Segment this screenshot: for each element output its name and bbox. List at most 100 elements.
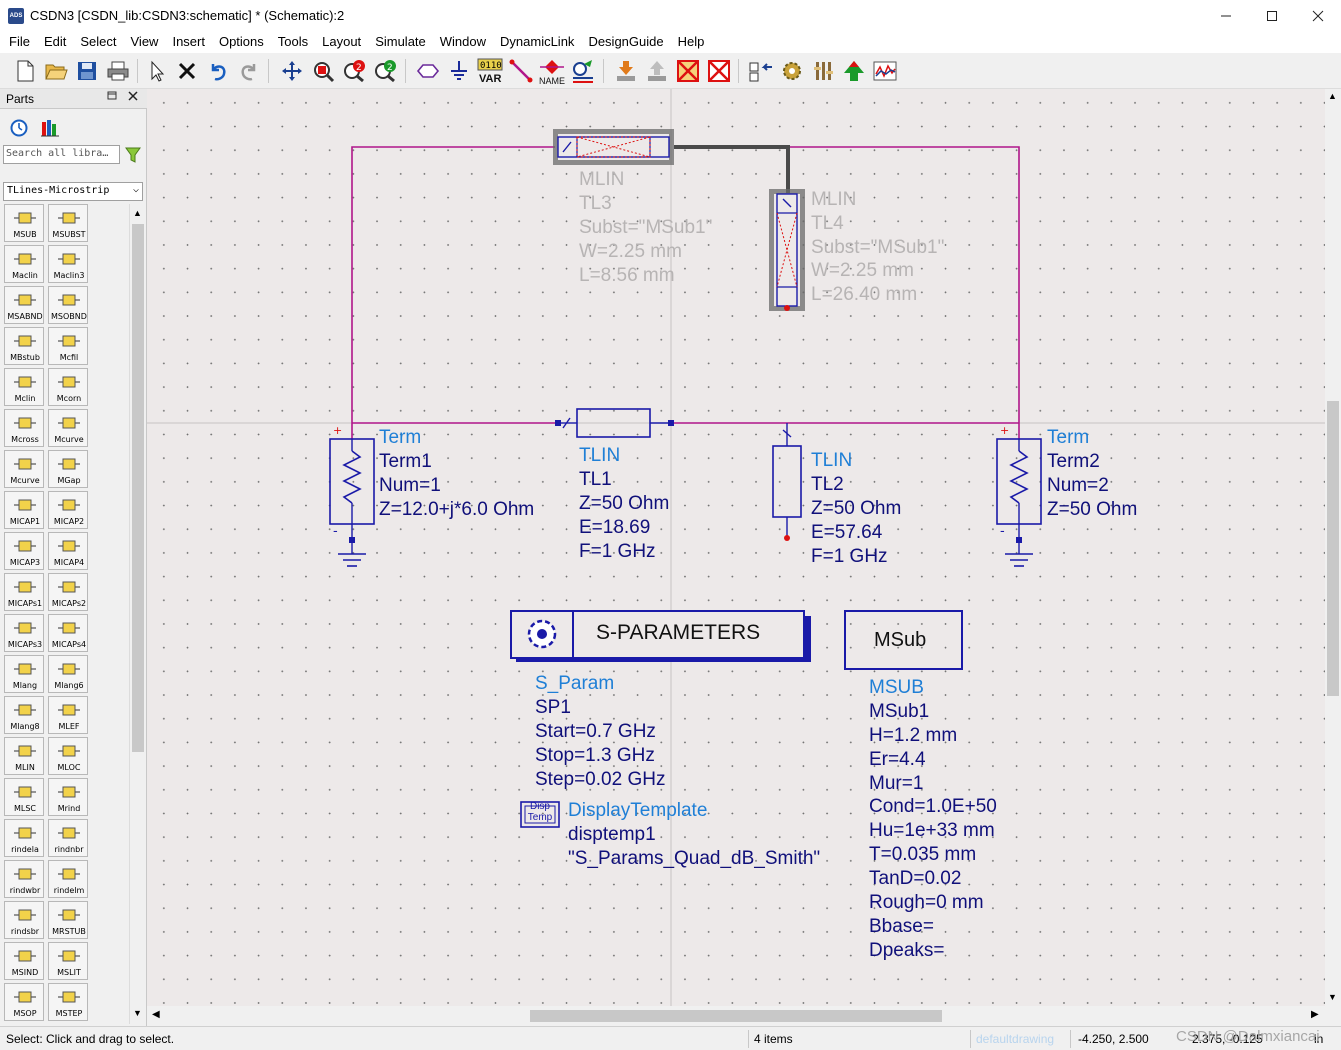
part-rindela[interactable]: rindela	[4, 819, 44, 857]
run-simulation-button[interactable]	[840, 57, 868, 85]
scroll-up-icon[interactable]: ▲	[133, 208, 142, 218]
zoom-out-button[interactable]: 2	[371, 57, 399, 85]
part-micap4[interactable]: MICAP4	[48, 532, 88, 570]
canvas-vertical-scrollbar-thumb[interactable]	[1327, 401, 1339, 696]
menu-insert[interactable]: Insert	[165, 31, 212, 53]
data-display-button[interactable]	[871, 57, 899, 85]
pin-icon[interactable]	[106, 90, 118, 105]
insert-var-button[interactable]: 0110 VAR	[476, 57, 504, 85]
optimization-button[interactable]	[809, 57, 837, 85]
menu-window[interactable]: Window	[433, 31, 493, 53]
minimize-button[interactable]	[1203, 0, 1249, 31]
part-maclin3[interactable]: Maclin3	[48, 245, 88, 283]
part-mstep[interactable]: MSTEP	[48, 983, 88, 1021]
part-mlang6[interactable]: Mlang6	[48, 655, 88, 693]
history-clock-icon[interactable]	[9, 118, 29, 138]
part-mbstub[interactable]: MBstub	[4, 327, 44, 365]
part-mrstub[interactable]: MRSTUB	[48, 901, 88, 939]
pop-out-hierarchy-button[interactable]	[643, 57, 671, 85]
close-icon[interactable]	[127, 90, 139, 105]
menu-file[interactable]: File	[2, 31, 37, 53]
part-rindnbr[interactable]: rindnbr	[48, 819, 88, 857]
part-micaps4[interactable]: MICAPs4	[48, 614, 88, 652]
simulate-button[interactable]	[569, 57, 597, 85]
part-mrind[interactable]: Mrind	[48, 778, 88, 816]
part-micaps3[interactable]: MICAPs3	[4, 614, 44, 652]
scroll-right-icon[interactable]: ▶	[1311, 1009, 1319, 1020]
part-mcorn[interactable]: Mcorn	[48, 368, 88, 406]
menu-layout[interactable]: Layout	[315, 31, 368, 53]
part-micap2[interactable]: MICAP2	[48, 491, 88, 529]
library-books-icon[interactable]	[40, 118, 60, 138]
undo-button[interactable]	[204, 57, 232, 85]
part-msop[interactable]: MSOP	[4, 983, 44, 1021]
part-micap1[interactable]: MICAP1	[4, 491, 44, 529]
menu-simulate[interactable]: Simulate	[368, 31, 433, 53]
open-button[interactable]	[42, 57, 70, 85]
part-mlang[interactable]: Mlang	[4, 655, 44, 693]
canvas-horizontal-scrollbar-thumb[interactable]	[530, 1010, 942, 1022]
pan-button[interactable]	[278, 57, 306, 85]
menu-edit[interactable]: Edit	[37, 31, 73, 53]
zoom-in-button[interactable]: 2	[340, 57, 368, 85]
insert-ground-button[interactable]	[445, 57, 473, 85]
menu-options[interactable]: Options	[212, 31, 271, 53]
part-micaps2[interactable]: MICAPs2	[48, 573, 88, 611]
tl4-mlin[interactable]	[769, 189, 805, 311]
menu-help[interactable]: Help	[671, 31, 712, 53]
tuning-button[interactable]	[778, 57, 806, 85]
part-mlsc[interactable]: MLSC	[4, 778, 44, 816]
part-mcfil[interactable]: Mcfil	[48, 327, 88, 365]
part-mloc[interactable]: MLOC	[48, 737, 88, 775]
term2-symbol[interactable]: + -	[996, 424, 1042, 567]
parts-search-input[interactable]: Search all libra…	[3, 145, 120, 164]
menu-tools[interactable]: Tools	[271, 31, 315, 53]
part-msub[interactable]: MSUB	[4, 204, 44, 242]
filter-funnel-icon[interactable]	[125, 146, 141, 164]
maximize-button[interactable]	[1249, 0, 1295, 31]
scroll-left-icon[interactable]: ◀	[152, 1009, 160, 1020]
part-msobnd[interactable]: MSOBND	[48, 286, 88, 324]
redo-button[interactable]	[235, 57, 263, 85]
canvas-vertical-scrollbar[interactable]: ▲ ▼	[1325, 89, 1341, 1006]
print-button[interactable]	[104, 57, 132, 85]
tl2-tlin[interactable]	[772, 423, 802, 541]
part-mslit[interactable]: MSLIT	[48, 942, 88, 980]
menu-view[interactable]: View	[124, 31, 166, 53]
scroll-down-icon[interactable]: ▼	[133, 1008, 142, 1018]
close-button[interactable]	[1295, 0, 1341, 31]
deactivate-button[interactable]	[674, 57, 702, 85]
select-button[interactable]	[142, 57, 170, 85]
scroll-down-icon[interactable]: ▼	[1328, 992, 1337, 1002]
tl3-mlin[interactable]	[553, 129, 674, 165]
insert-port-button[interactable]	[414, 57, 442, 85]
short-button[interactable]	[705, 57, 733, 85]
canvas-horizontal-scrollbar[interactable]: ◀ ▶	[147, 1006, 1325, 1026]
part-mlin[interactable]: MLIN	[4, 737, 44, 775]
part-mlef[interactable]: MLEF	[48, 696, 88, 734]
part-mcurve[interactable]: Mcurve	[48, 409, 88, 447]
part-mlang8[interactable]: Mlang8	[4, 696, 44, 734]
zoom-area-button[interactable]	[309, 57, 337, 85]
insert-wire-button[interactable]	[507, 57, 535, 85]
parts-library-dropdown[interactable]: TLines-Microstrip ⌵	[3, 182, 143, 201]
part-msabnd[interactable]: MSABND	[4, 286, 44, 324]
part-rindelm[interactable]: rindelm	[48, 860, 88, 898]
part-mcurve[interactable]: Mcurve	[4, 450, 44, 488]
part-rindsbr[interactable]: rindsbr	[4, 901, 44, 939]
parts-scrollbar-thumb[interactable]	[132, 224, 144, 752]
scroll-up-icon[interactable]: ▲	[1328, 91, 1337, 101]
push-into-hierarchy-button[interactable]	[612, 57, 640, 85]
parts-scrollbar[interactable]: ▲ ▼	[129, 204, 145, 1024]
part-micaps1[interactable]: MICAPs1	[4, 573, 44, 611]
save-button[interactable]	[73, 57, 101, 85]
term1-symbol[interactable]: + -	[329, 424, 375, 567]
part-msind[interactable]: MSIND	[4, 942, 44, 980]
part-maclin[interactable]: Maclin	[4, 245, 44, 283]
part-mcross[interactable]: Mcross	[4, 409, 44, 447]
part-msubst[interactable]: MSUBST	[48, 204, 88, 242]
part-mclin[interactable]: Mclin	[4, 368, 44, 406]
delete-button[interactable]	[173, 57, 201, 85]
generate-layout-button[interactable]	[747, 57, 775, 85]
part-mgap[interactable]: MGap	[48, 450, 88, 488]
